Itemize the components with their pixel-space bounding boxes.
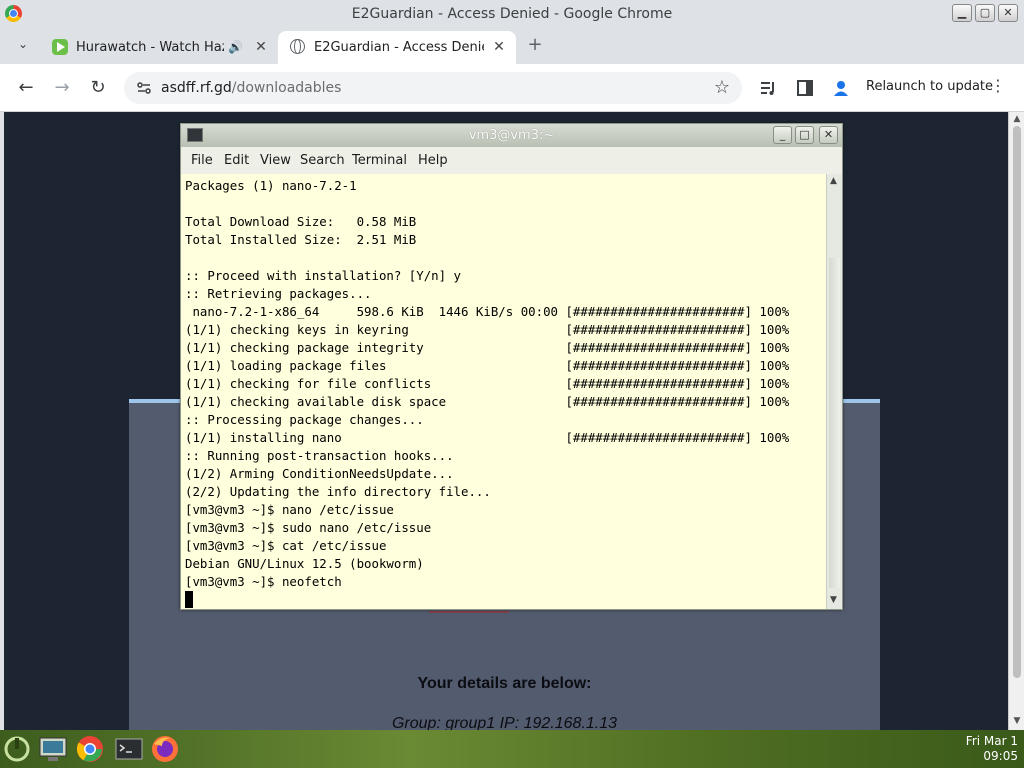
reload-button[interactable]: ↻ [86, 76, 110, 100]
new-tab-button[interactable]: + [524, 34, 546, 56]
browser-toolbar: ← → ↻ asdff.rf.gd/downloadables ☆ Relaun… [0, 64, 1024, 112]
terminal-line: (1/1) checking package integrity [######… [185, 340, 790, 355]
profile-avatar-icon[interactable] [831, 78, 851, 98]
decorative-line [429, 611, 509, 613]
media-queue-icon[interactable] [758, 78, 778, 98]
taskbar: Fri Mar 1 09:05 [0, 730, 1024, 768]
terminal-title: vm3@vm3:~ [468, 128, 555, 143]
tab-strip: ⌄ Hurawatch - Watch Hazbi 🔊 ✕ E2Guardian… [0, 28, 1024, 64]
terminal-text: Packages (1) nano-7.2-1 Total Download S… [185, 177, 789, 609]
terminal-line: :: Running post-transaction hooks... [185, 448, 454, 463]
scroll-down-arrow-icon[interactable]: ▼ [1012, 716, 1022, 726]
url-host: asdff.rf.gd [161, 80, 232, 96]
address-bar[interactable]: asdff.rf.gd/downloadables ☆ [124, 72, 742, 104]
menu-view[interactable]: View [260, 153, 291, 168]
terminal-scroll-up-icon[interactable]: ▲ [830, 176, 837, 186]
terminal-line: (1/2) Arming ConditionNeedsUpdate... [185, 466, 454, 481]
tab-label: E2Guardian - Access Denied [314, 40, 484, 55]
clock-date: Fri Mar 1 [965, 734, 1018, 748]
url-path: /downloadables [231, 80, 342, 96]
terminal-line: (1/1) checking for file conflicts [#####… [185, 376, 790, 391]
terminal-window[interactable]: vm3@vm3:~ _ □ ✕ File Edit View Search Te… [180, 123, 843, 610]
window-titlebar: E2Guardian - Access Denied - Google Chro… [0, 0, 1024, 28]
terminal-line: [vm3@vm3 ~]$ nano /etc/issue [185, 502, 394, 517]
terminal-close-button[interactable]: ✕ [819, 126, 838, 144]
terminal-line: Total Download Size: 0.58 MiB [185, 214, 417, 229]
terminal-line: [vm3@vm3 ~]$ sudo nano /etc/issue [185, 520, 432, 535]
scroll-up-arrow-icon[interactable]: ▲ [1012, 114, 1022, 124]
terminal-scroll-thumb[interactable] [829, 258, 840, 588]
back-button[interactable]: ← [14, 76, 38, 100]
terminal-minimize-button[interactable]: _ [773, 126, 792, 144]
terminal-maximize-button[interactable]: □ [795, 126, 814, 144]
url-text[interactable]: asdff.rf.gd/downloadables [161, 80, 341, 96]
terminal-scrollbar[interactable]: ▲ ▼ [826, 174, 842, 609]
tab-e2guardian[interactable]: E2Guardian - Access Denied ✕ [278, 31, 516, 64]
tab-close-icon[interactable]: ✕ [252, 38, 270, 56]
terminal-line: [vm3@vm3 ~]$ neofetch [185, 574, 342, 589]
page-scrollbar[interactable]: ▲ ▼ [1008, 112, 1024, 730]
bookmark-star-icon[interactable]: ☆ [714, 77, 730, 98]
more-menu-icon[interactable]: ⋮ [990, 76, 1006, 95]
terminal-line: (1/1) checking available disk space [###… [185, 394, 790, 409]
file-manager-icon[interactable] [38, 734, 68, 764]
terminal-line: (2/2) Updating the info directory file..… [185, 484, 491, 499]
terminal-output[interactable]: Packages (1) nano-7.2-1 Total Download S… [181, 174, 826, 609]
clock-time: 09:05 [983, 749, 1018, 763]
clock[interactable]: Fri Mar 1 09:05 [966, 734, 1018, 764]
side-panel-icon[interactable] [795, 78, 815, 98]
minimize-button[interactable]: ▁ [952, 4, 972, 22]
terminal-line: (1/1) checking keys in keyring [########… [185, 322, 790, 337]
window-title: E2Guardian - Access Denied - Google Chro… [351, 6, 673, 22]
relaunch-to-update-button[interactable]: Relaunch to update [866, 79, 993, 94]
terminal-line: Debian GNU/Linux 12.5 (bookworm) [185, 556, 424, 571]
forward-button[interactable]: → [50, 76, 74, 100]
scrollbar-thumb[interactable] [1013, 126, 1021, 678]
menu-edit[interactable]: Edit [224, 153, 249, 168]
menu-search[interactable]: Search [300, 153, 345, 168]
terminal-line: :: Processing package changes... [185, 412, 424, 427]
terminal-scroll-down-icon[interactable]: ▼ [830, 595, 837, 605]
audio-playing-icon[interactable]: 🔊 [228, 40, 243, 54]
details-heading: Your details are below: [417, 675, 592, 692]
chrome-icon[interactable] [75, 734, 105, 764]
tab-label: Hurawatch - Watch Hazbi [76, 40, 224, 55]
menu-help[interactable]: Help [418, 153, 448, 168]
terminal-icon[interactable] [114, 734, 144, 764]
menu-terminal[interactable]: Terminal [352, 153, 407, 168]
close-window-button[interactable]: ✕ [998, 4, 1018, 22]
firefox-icon[interactable] [150, 734, 180, 764]
tab-hurawatch[interactable]: Hurawatch - Watch Hazbi 🔊 ✕ [40, 31, 276, 64]
group-ip-line: Group: group1 IP: 192.168.1.13 [391, 715, 618, 730]
terminal-cursor [185, 591, 193, 608]
tab-search-chevron-icon[interactable]: ⌄ [14, 37, 32, 55]
terminal-line: Total Installed Size: 2.51 MiB [185, 232, 417, 247]
terminal-titlebar[interactable]: vm3@vm3:~ _ □ ✕ [181, 124, 842, 147]
terminal-line: [vm3@vm3 ~]$ cat /etc/issue [185, 538, 387, 553]
terminal-lines: Packages (1) nano-7.2-1 Total Download S… [185, 178, 789, 589]
terminal-line: :: Proceed with installation? [Y/n] y [185, 268, 462, 283]
maximize-button[interactable]: ▢ [975, 4, 995, 22]
globe-favicon-icon [290, 39, 305, 54]
hurawatch-favicon-icon [52, 39, 68, 55]
tab-close-icon[interactable]: ✕ [490, 38, 508, 56]
terminal-line: (1/1) loading package files [###########… [185, 358, 790, 373]
start-menu-icon[interactable] [2, 734, 32, 764]
menu-file[interactable]: File [191, 153, 213, 168]
terminal-line: Packages (1) nano-7.2-1 [185, 178, 357, 193]
terminal-line: (1/1) installing nano [#################… [185, 430, 790, 445]
site-info-icon[interactable] [136, 80, 152, 96]
terminal-line: :: Retrieving packages... [185, 286, 372, 301]
terminal-line: nano-7.2-1-x86_64 598.6 KiB 1446 KiB/s 0… [192, 304, 790, 319]
terminal-menubar: File Edit View Search Terminal Help [181, 148, 842, 174]
